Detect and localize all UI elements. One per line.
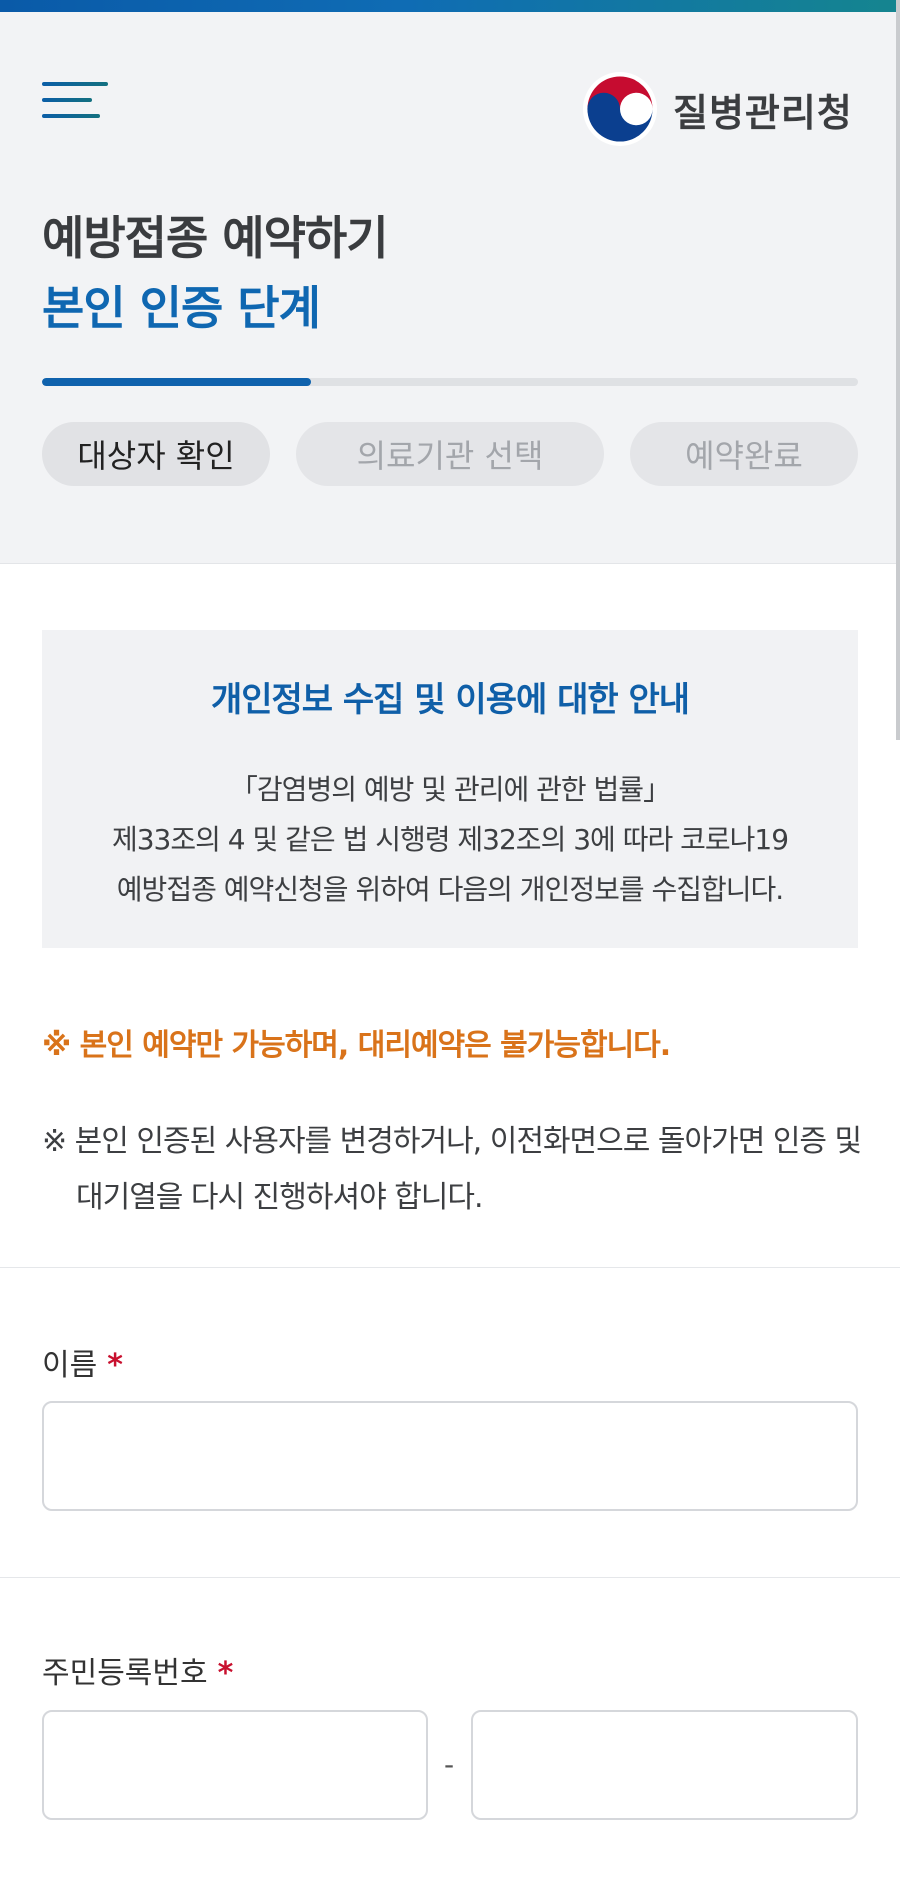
- taegeuk-emblem-icon: [583, 72, 657, 146]
- rrn-back-input[interactable]: [471, 1710, 858, 1820]
- required-mark: *: [107, 1348, 123, 1383]
- reauth-warning-line1: ※ 본인 인증된 사용자를 변경하거나, 이전화면으로 돌아가면 인증 및: [42, 1124, 862, 1159]
- rrn-label-text: 주민등록번호: [42, 1656, 208, 1691]
- rrn-label: 주민등록번호 *: [42, 1648, 233, 1692]
- privacy-notice-box: 개인정보 수집 및 이용에 대한 안내 「감염병의 예방 및 관리에 관한 법률…: [42, 630, 858, 948]
- rrn-front-input[interactable]: [42, 1710, 428, 1820]
- page-subtitle: 본인 인증 단계: [42, 281, 321, 335]
- page-scrollbar[interactable]: [896, 0, 900, 740]
- page-header: 질병관리청 예방접종 예약하기 본인 인증 단계 대상자 확인 의료기관 선택 …: [0, 12, 900, 564]
- required-mark: *: [217, 1656, 234, 1691]
- privacy-notice-line: 예방접종 예약신청을 위하여 다음의 개인정보를 수집합니다.: [116, 873, 784, 906]
- name-label: 이름 *: [42, 1340, 123, 1384]
- privacy-notice-title: 개인정보 수집 및 이용에 대한 안내: [210, 680, 690, 720]
- name-label-text: 이름: [42, 1348, 98, 1383]
- step-progress-bar: [42, 378, 858, 386]
- section-divider: [0, 1267, 900, 1268]
- reauth-warning-line2: 대기열을 다시 진행하셔야 합니다.: [76, 1180, 484, 1215]
- privacy-notice-line: 제33조의 4 및 같은 법 시행령 제32조의 3에 따라 코로나19: [111, 823, 789, 856]
- top-accent-bar: [0, 0, 900, 12]
- kdca-logo[interactable]: 질병관리청: [583, 70, 853, 148]
- logo-text: 질병관리청: [673, 90, 853, 135]
- step-target-check: 대상자 확인: [42, 422, 270, 486]
- reauth-warning: ※ 본인 인증된 사용자를 변경하거나, 이전화면으로 돌아가면 인증 및 대기…: [42, 1114, 862, 1226]
- hamburger-menu-icon[interactable]: [42, 70, 108, 126]
- step-hospital-select: 의료기관 선택: [296, 422, 604, 486]
- privacy-notice-line: 「감염병의 예방 및 관리에 관한 법률」: [229, 773, 671, 806]
- page-title: 예방접종 예약하기: [42, 211, 389, 265]
- name-input[interactable]: [42, 1401, 858, 1511]
- step-reservation-complete: 예약완료: [630, 422, 858, 486]
- rrn-separator: -: [444, 1748, 455, 1781]
- section-divider: [0, 1577, 900, 1578]
- self-reservation-warning: ※ 본인 예약만 가능하며, 대리예약은 불가능합니다.: [42, 1028, 671, 1063]
- step-progress-fill: [42, 378, 312, 386]
